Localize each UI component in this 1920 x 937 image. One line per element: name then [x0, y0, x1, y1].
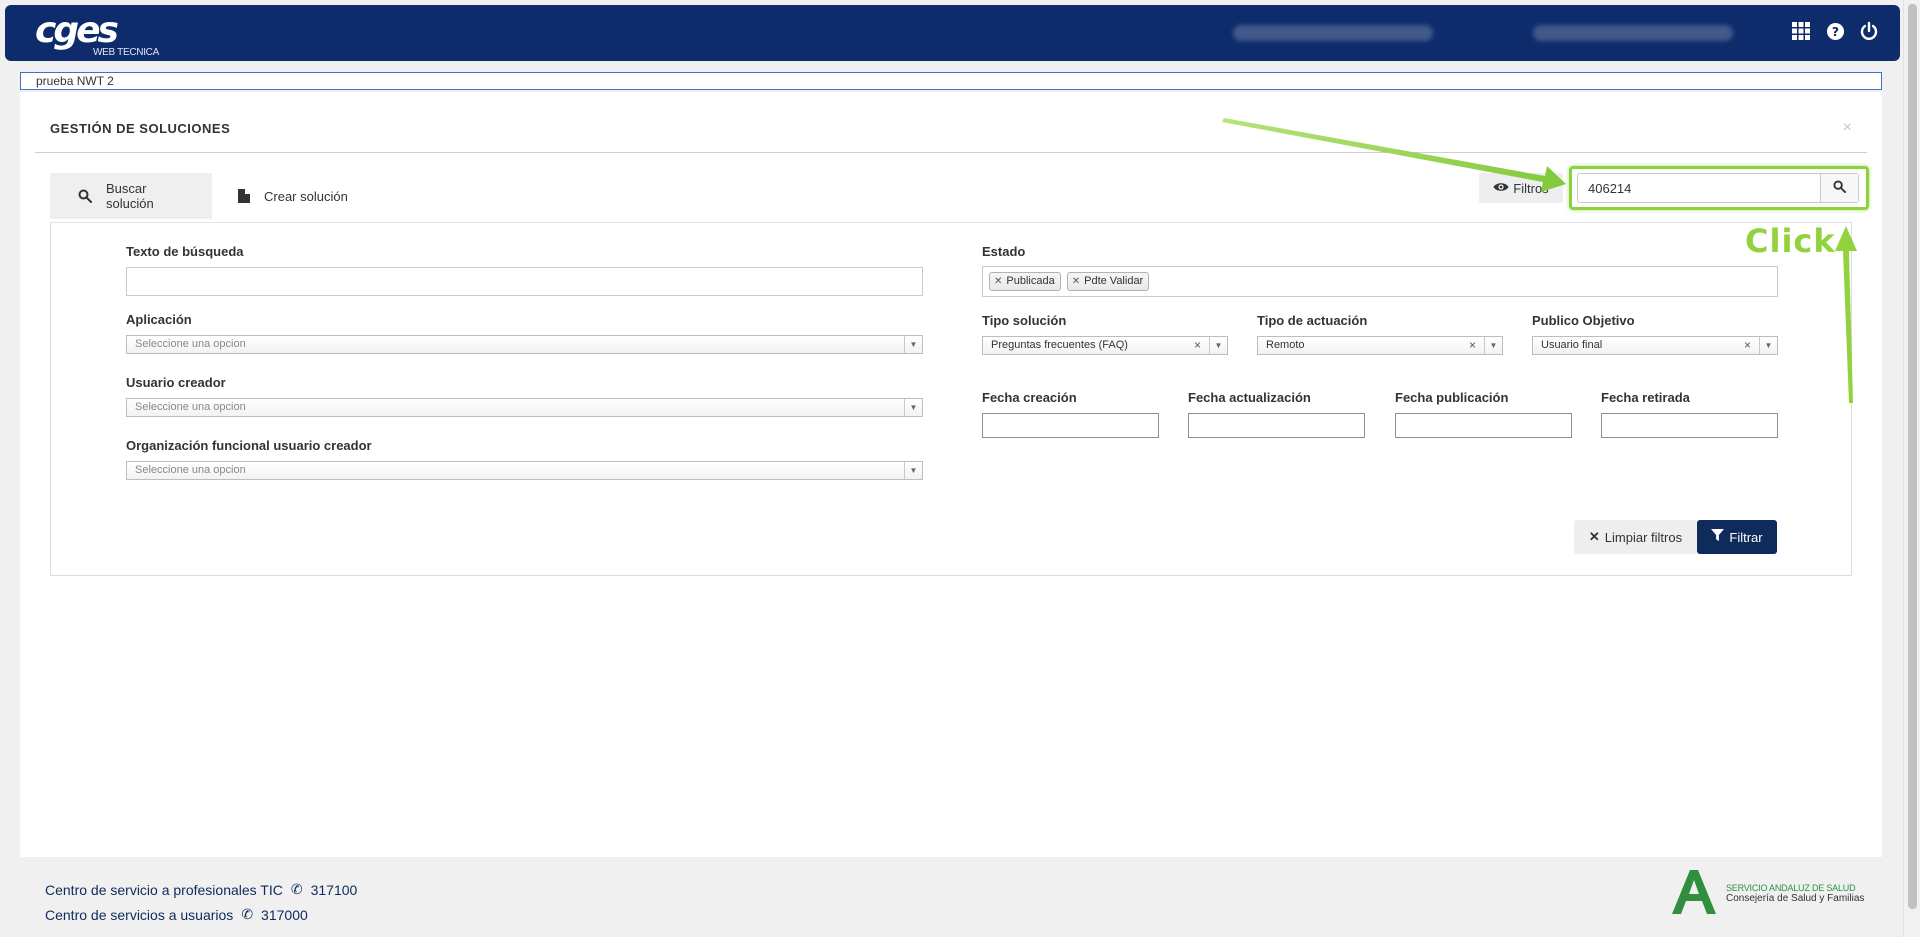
filters-toggle-button[interactable]: Filtros: [1479, 173, 1563, 203]
blurred-user-info: [1233, 25, 1433, 41]
estado-tag-pdte-validar[interactable]: ✕ Pdte Validar: [1066, 272, 1150, 291]
fecha-retirada-label: Fecha retirada: [1601, 390, 1690, 405]
blurred-user-menu[interactable]: [1533, 25, 1733, 41]
tab-buscar-solucion[interactable]: Buscar solución: [50, 173, 212, 219]
fecha-retirada-input[interactable]: [1601, 413, 1778, 438]
help-icon[interactable]: ?: [1824, 20, 1846, 42]
apps-grid-icon[interactable]: [1790, 20, 1812, 42]
sas-logo-line1: SERVICIO ANDALUZ DE SALUD: [1726, 883, 1856, 893]
fecha-publicacion-label: Fecha publicación: [1395, 390, 1509, 405]
estado-multiselect[interactable]: ✕ Publicada ✕ Pdte Validar: [982, 266, 1778, 297]
aplicacion-select[interactable]: Seleccione una opcion ▼: [126, 335, 923, 354]
estado-tag-publicada[interactable]: ✕ Publicada: [989, 272, 1061, 291]
tipo-solucion-select[interactable]: Preguntas frecuentes (FAQ) × ▼: [982, 336, 1228, 355]
footer-users-phone: 317000: [261, 906, 308, 923]
chevron-down-icon: ▼: [904, 399, 922, 416]
breadcrumb[interactable]: prueba NWT 2: [20, 72, 1882, 90]
scrollbar-thumb[interactable]: [1908, 4, 1917, 909]
clear-filters-button[interactable]: ✕ Limpiar filtros: [1574, 520, 1697, 554]
aplicacion-placeholder: Seleccione una opcion: [135, 338, 246, 350]
tipo-actuacion-label: Tipo de actuación: [1257, 313, 1368, 328]
remove-tag-icon[interactable]: ✕: [994, 273, 1002, 290]
publico-objetivo-label: Publico Objetivo: [1532, 313, 1635, 328]
tab-crear-solucion[interactable]: Crear solución: [222, 173, 364, 219]
chevron-down-icon: ▼: [1759, 337, 1777, 354]
chevron-down-icon: ▼: [1484, 337, 1502, 354]
organizacion-select[interactable]: Seleccione una opcion ▼: [126, 461, 923, 480]
tipo-solucion-value: Preguntas frecuentes (FAQ): [991, 339, 1128, 351]
search-icon: [78, 189, 92, 203]
estado-label: Estado: [982, 244, 1026, 259]
footer-tic-text: Centro de servicio a profesionales TIC: [45, 881, 283, 898]
texto-busqueda-label: Texto de búsqueda: [126, 244, 244, 259]
chevron-down-icon: ▼: [904, 336, 922, 353]
phone-icon: ✆: [241, 906, 254, 922]
solutions-panel: GESTIÓN DE SOLUCIONES × Buscar solución …: [20, 92, 1882, 857]
organizacion-placeholder: Seleccione una opcion: [135, 464, 246, 476]
tipo-solucion-label: Tipo solución: [982, 313, 1067, 328]
power-icon[interactable]: [1858, 20, 1880, 42]
sas-logo-mark-icon: [1672, 870, 1716, 917]
chevron-down-icon: ▼: [904, 462, 922, 479]
tag-label: Pdte Validar: [1084, 275, 1144, 287]
sas-logo: SERVICIO ANDALUZ DE SALUD Consejería de …: [1672, 870, 1864, 917]
clear-filters-label: Limpiar filtros: [1604, 529, 1683, 545]
chevron-down-icon: ▼: [1209, 337, 1227, 354]
page-title: GESTIÓN DE SOLUCIONES: [50, 121, 231, 136]
clear-selection-icon[interactable]: ×: [1469, 337, 1476, 354]
footer-contact-users: Centro de servicios a usuarios ✆ 317000: [45, 906, 308, 923]
fecha-publicacion-input[interactable]: [1395, 413, 1572, 438]
remove-tag-icon[interactable]: ✕: [1072, 273, 1080, 290]
clear-selection-icon[interactable]: ×: [1744, 337, 1751, 354]
search-icon: [1833, 180, 1846, 196]
top-header: cges WEB TECNICA ?: [5, 5, 1900, 61]
quick-search-button[interactable]: [1820, 174, 1858, 202]
aplicacion-label: Aplicación: [126, 312, 192, 327]
close-icon[interactable]: ×: [1843, 119, 1852, 137]
eye-icon: [1493, 181, 1509, 196]
phone-icon: ✆: [290, 881, 303, 897]
header-icons: ?: [1790, 20, 1880, 42]
footer-contact-tic: Centro de servicio a profesionales TIC ✆…: [45, 881, 357, 898]
vertical-scrollbar[interactable]: [1903, 0, 1920, 937]
tipo-actuacion-value: Remoto: [1266, 339, 1305, 351]
clear-selection-icon[interactable]: ×: [1194, 337, 1201, 354]
logo-subtext: WEB TECNICA: [93, 47, 159, 58]
filter-label: Filtrar: [1729, 529, 1763, 545]
filter-button[interactable]: Filtrar: [1697, 520, 1777, 554]
usuario-creador-label: Usuario creador: [126, 375, 226, 390]
footer-users-text: Centro de servicios a usuarios: [45, 906, 234, 923]
usuario-creador-placeholder: Seleccione una opcion: [135, 401, 246, 413]
file-icon: [238, 189, 250, 203]
svg-text:?: ?: [1831, 24, 1838, 38]
quick-search-input[interactable]: [1578, 174, 1820, 202]
app-logo[interactable]: cges WEB TECNICA: [35, 10, 159, 59]
funnel-icon: [1711, 529, 1725, 545]
organizacion-label: Organización funcional usuario creador: [126, 438, 372, 453]
quick-search-group: [1577, 173, 1859, 203]
publico-objetivo-value: Usuario final: [1541, 339, 1603, 351]
close-icon: ✕: [1588, 529, 1600, 544]
publico-objetivo-select[interactable]: Usuario final × ▼: [1532, 336, 1778, 355]
fecha-actualizacion-label: Fecha actualización: [1188, 390, 1311, 405]
tag-label: Publicada: [1006, 275, 1055, 287]
sas-logo-line2: Consejería de Salud y Familias: [1726, 893, 1865, 904]
filters-label: Filtros: [1513, 180, 1549, 196]
annotation-click-label: Click: [1745, 222, 1836, 260]
tab-label: Buscar solución: [106, 181, 154, 211]
logo-brand: cges: [35, 10, 119, 51]
texto-busqueda-input[interactable]: [126, 267, 923, 296]
tab-label: Crear solución: [264, 188, 348, 204]
fecha-creacion-input[interactable]: [982, 413, 1159, 438]
fecha-creacion-label: Fecha creación: [982, 390, 1077, 405]
fecha-actualizacion-input[interactable]: [1188, 413, 1365, 438]
sas-logo-text: SERVICIO ANDALUZ DE SALUD Consejería de …: [1726, 883, 1864, 904]
footer-tic-phone: 317100: [310, 881, 358, 898]
divider: [35, 152, 1867, 153]
usuario-creador-select[interactable]: Seleccione una opcion ▼: [126, 398, 923, 417]
tipo-actuacion-select[interactable]: Remoto × ▼: [1257, 336, 1503, 355]
